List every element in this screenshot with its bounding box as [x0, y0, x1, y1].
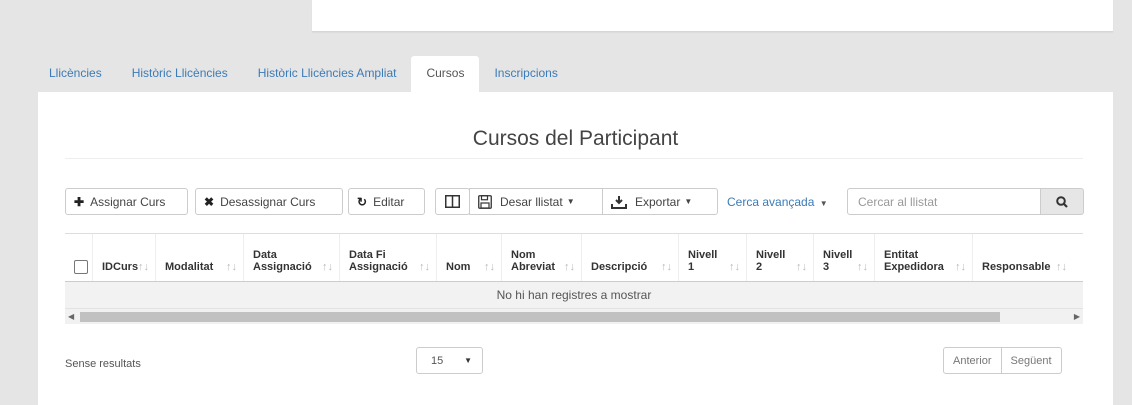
sort-icon: ↑↓	[322, 261, 333, 273]
floppy-disk-icon	[478, 194, 492, 209]
column-nivell-2[interactable]: Nivell 2 ↑↓	[747, 234, 814, 281]
column-nivell-1[interactable]: Nivell 1 ↑↓	[679, 234, 747, 281]
column-id-curs[interactable]: ID Curs ↑↓	[93, 234, 156, 281]
column-nom-abreviat[interactable]: Nom Abreviat ↑↓	[502, 234, 582, 281]
edit-button[interactable]: ↻ Editar	[348, 188, 425, 215]
page-title: Cursos del Participant	[472, 127, 679, 150]
tab-historic-llicencies[interactable]: Històric Llicències	[117, 56, 243, 92]
column-entitat-expedidora[interactable]: Entitat Expedidora ↑↓	[875, 234, 973, 281]
select-all-column	[65, 234, 93, 281]
sort-icon: ↑↓	[661, 261, 672, 273]
plus-icon: ✚	[74, 194, 85, 209]
scrollbar-thumb[interactable]	[80, 312, 1000, 322]
refresh-icon: ↻	[357, 194, 368, 209]
column-modalitat[interactable]: Modalitat ↑↓	[156, 234, 244, 281]
table-header: ID Curs ↑↓ Modalitat ↑↓ Data Assignació ↑↓ Da…	[65, 234, 1083, 282]
tab-historic-llicencies-ampliat[interactable]: Històric Llicències Ampliat	[243, 56, 412, 92]
sort-icon: ↑↓	[138, 261, 149, 273]
caret-down-icon: ▼	[819, 199, 828, 208]
save-list-label: Desar llistat	[500, 194, 563, 209]
tab-cursos[interactable]: Cursos	[411, 56, 480, 92]
empty-table-message: No hi han registres a mostrar	[65, 282, 1083, 309]
title-divider	[65, 158, 1083, 159]
previous-page-button[interactable]: Anterior	[943, 347, 1002, 374]
sort-icon: ↑↓	[857, 261, 868, 273]
sort-icon: ↑↓	[1056, 261, 1067, 273]
caret-down-icon: ▼	[684, 197, 693, 206]
columns-icon	[445, 195, 460, 208]
results-summary: Sense resultats	[65, 358, 141, 370]
search-button[interactable]	[1041, 188, 1084, 215]
assign-course-label: Assignar Curs	[90, 194, 166, 209]
sort-icon: ↑↓	[419, 261, 430, 273]
sort-icon: ↑↓	[729, 261, 740, 273]
sort-icon: ↑↓	[955, 261, 966, 273]
save-list-button[interactable]: Desar llistat ▼	[469, 188, 603, 215]
page-size-value: 15	[431, 354, 444, 367]
page-size-select[interactable]: 15 ▼	[416, 347, 483, 374]
advanced-search-link[interactable]: Cerca avançada ▼	[727, 195, 828, 209]
column-responsable[interactable]: Responsable ↑↓	[973, 234, 1073, 281]
search-input[interactable]	[847, 188, 1041, 215]
export-label: Exportar	[635, 194, 681, 209]
tab-llicencies[interactable]: Llicències	[38, 56, 117, 92]
search-icon	[1056, 195, 1068, 208]
edit-label: Editar	[373, 194, 405, 209]
column-nom[interactable]: Nom ↑↓	[437, 234, 502, 281]
caret-down-icon: ▼	[464, 356, 472, 365]
close-icon: ✖	[204, 194, 215, 209]
advanced-search-label: Cerca avançada	[727, 195, 815, 209]
scroll-left-icon[interactable]: ◀	[68, 309, 74, 324]
sort-icon: ↑↓	[226, 261, 237, 273]
column-data-fi-assignacio[interactable]: Data Fi Assignació ↑↓	[340, 234, 437, 281]
unassign-course-label: Desassignar Curs	[220, 194, 316, 209]
column-descripcio[interactable]: Descripció ↑↓	[582, 234, 679, 281]
tab-bar: Llicències Històric Llicències Històric …	[38, 56, 573, 92]
content-panel: Cursos del Participant ✚ Assignar Curs ✖…	[38, 92, 1113, 405]
top-card	[312, 0, 1113, 32]
courses-table: ID Curs ↑↓ Modalitat ↑↓ Data Assignació ↑↓ Da…	[65, 233, 1083, 324]
columns-toggle-button[interactable]	[435, 188, 470, 215]
next-page-button[interactable]: Següent	[1001, 347, 1062, 374]
pagination: Anterior Següent	[943, 347, 1062, 374]
sort-icon: ↑↓	[564, 261, 575, 273]
tab-inscripcions[interactable]: Inscripcions	[479, 56, 572, 92]
column-nivell-3[interactable]: Nivell 3 ↑↓	[814, 234, 875, 281]
horizontal-scrollbar[interactable]: ◀ ▶	[65, 309, 1083, 324]
caret-down-icon: ▼	[566, 197, 575, 206]
select-all-checkbox[interactable]	[74, 260, 88, 274]
export-button[interactable]: Exportar ▼	[602, 188, 718, 215]
sort-icon: ↑↓	[796, 261, 807, 273]
scroll-right-icon[interactable]: ▶	[1074, 309, 1080, 324]
column-data-assignacio[interactable]: Data Assignació ↑↓	[244, 234, 340, 281]
download-icon	[611, 195, 627, 209]
assign-course-button[interactable]: ✚ Assignar Curs	[65, 188, 188, 215]
sort-icon: ↑↓	[484, 261, 495, 273]
unassign-course-button[interactable]: ✖ Desassignar Curs	[195, 188, 343, 215]
